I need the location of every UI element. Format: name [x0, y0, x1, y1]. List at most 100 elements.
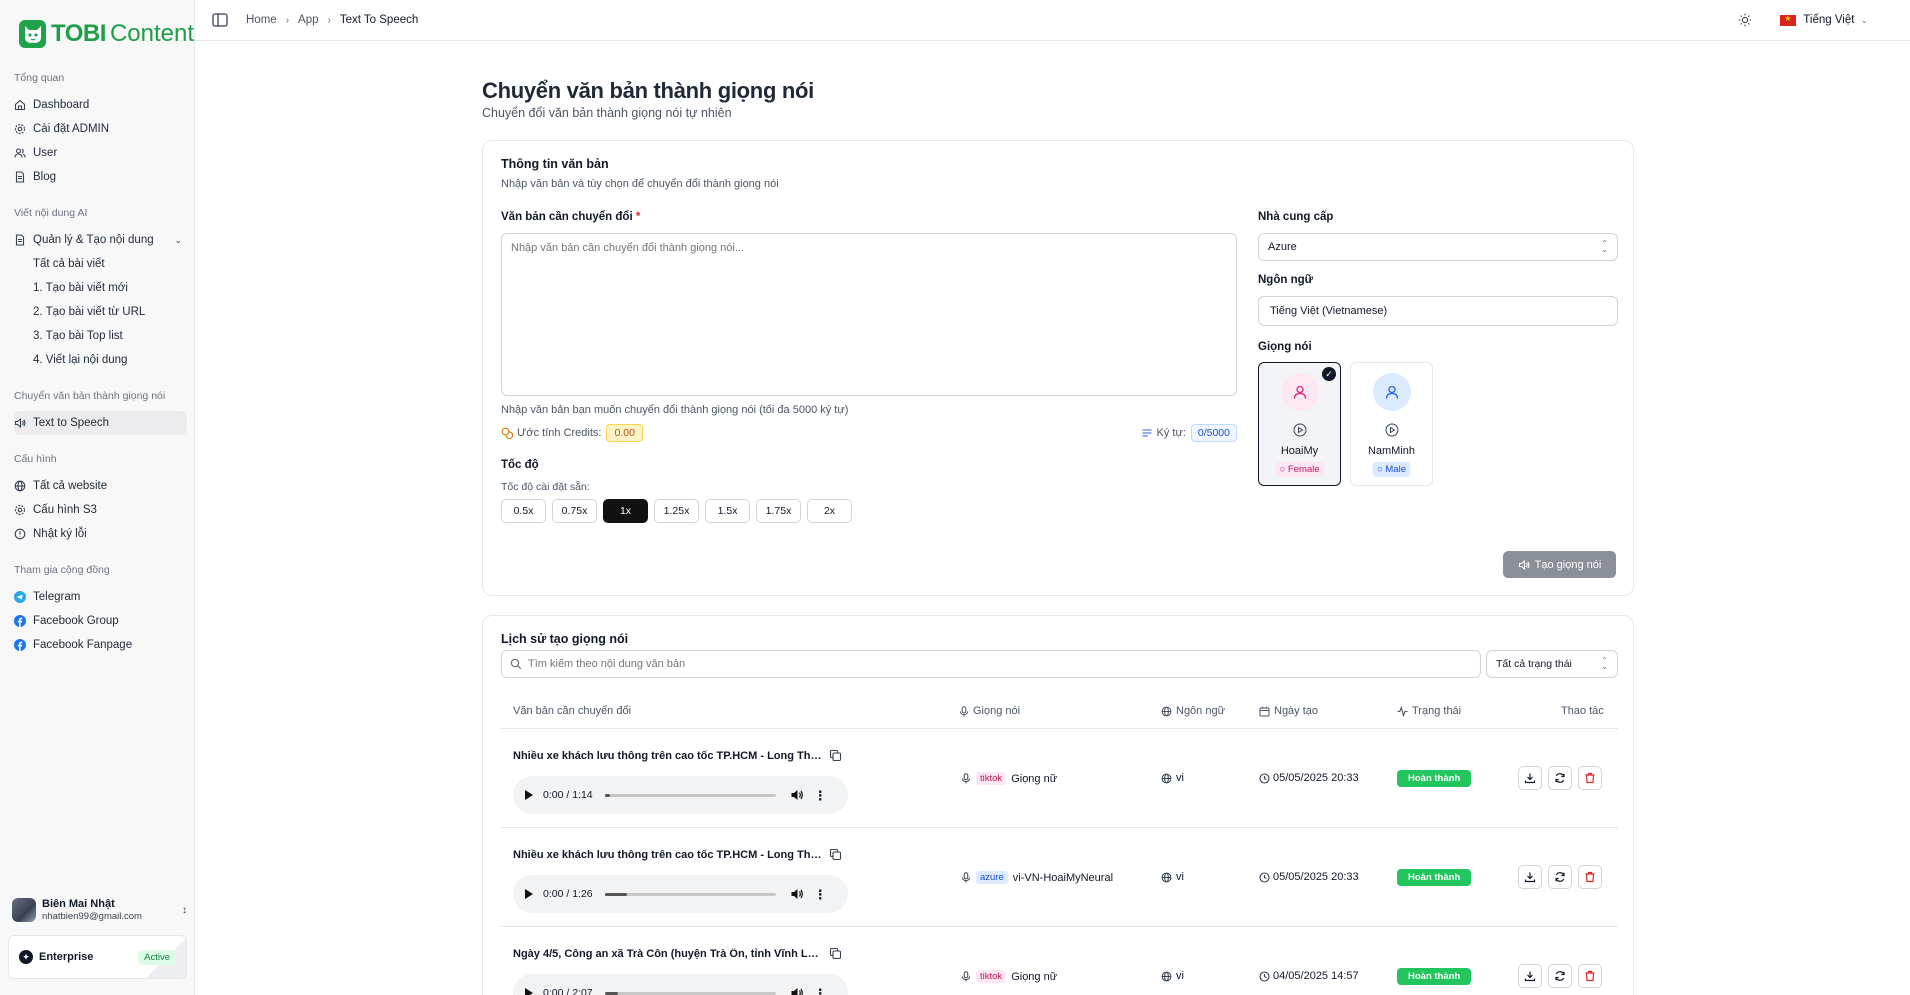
delete-button[interactable] [1578, 766, 1602, 790]
regenerate-button[interactable] [1548, 766, 1572, 790]
sidebar-item-dashboard[interactable]: Dashboard [14, 93, 194, 117]
copy-icon[interactable] [829, 947, 842, 960]
column-header-label: Thao tác [1561, 705, 1604, 717]
nav-section-overview: Tổng quan Dashboard Cài đặt ADMIN User B… [0, 72, 194, 189]
column-header-label: Ngôn ngữ [1176, 705, 1225, 717]
delete-button[interactable] [1578, 964, 1602, 988]
sidebar-item-label: Facebook Fanpage [33, 639, 133, 651]
more-vertical-icon[interactable]: ⋮ [814, 888, 827, 901]
voice-name: Giọng nữ [1011, 772, 1058, 785]
audio-progress-track[interactable] [604, 991, 776, 995]
play-icon[interactable] [525, 988, 533, 995]
more-vertical-icon[interactable]: ⋮ [814, 789, 827, 802]
history-search[interactable] [501, 650, 1481, 678]
breadcrumb-current: Text To Speech [339, 14, 419, 26]
speed-button[interactable]: 1.5x [705, 499, 750, 523]
language-select[interactable]: Tiếng Việt (Vietnamese) [1258, 296, 1618, 326]
delete-button[interactable] [1578, 865, 1602, 889]
voice-card-namminh[interactable]: NamMinh ○ Male [1350, 362, 1433, 486]
volume-icon[interactable] [790, 887, 804, 901]
speed-button[interactable]: 0.5x [501, 499, 546, 523]
plan-card[interactable]: ✦ Enterprise Active [8, 935, 187, 979]
copy-icon[interactable] [829, 848, 842, 861]
play-icon[interactable] [1385, 423, 1399, 437]
volume-icon[interactable] [790, 986, 804, 995]
download-icon [1524, 872, 1536, 883]
search-input[interactable] [528, 658, 1472, 670]
sidebar-item-user[interactable]: User [14, 141, 194, 165]
sidebar-item-rewrite[interactable]: 4. Viết lại nội dung [14, 348, 194, 372]
status-filter-select[interactable]: Tất cả trạng thái ⌃ ⌄ [1486, 650, 1618, 678]
status-badge: Hoàn thành [1397, 869, 1472, 886]
char-counter: Ký tự: 0/5000 [1141, 424, 1237, 442]
sidebar-item-facebook-fanpage[interactable]: Facebook Fanpage [14, 633, 194, 657]
brand-logo[interactable]: TOBI Content [19, 18, 194, 50]
row-text: Nhiều xe khách lưu thông trên cao tốc TP… [513, 750, 823, 762]
sidebar-item-new-post[interactable]: 1. Tạo bài viết mới [14, 276, 194, 300]
regenerate-button[interactable] [1548, 865, 1572, 889]
section-label: Viết nội dung AI [14, 207, 88, 219]
column-header-language[interactable]: Ngôn ngữ [1161, 705, 1225, 717]
globe-icon [1161, 773, 1172, 783]
breadcrumb-home[interactable]: Home [246, 14, 277, 26]
voice-card-hoaimy[interactable]: ✓ HoaiMy ○ Female [1258, 362, 1341, 486]
sidebar-item-admin-settings[interactable]: Cài đặt ADMIN [14, 117, 194, 141]
column-header-voice[interactable]: Giọng nói [959, 705, 1020, 717]
chevron-right-icon: › [327, 14, 331, 26]
volume-icon[interactable] [790, 788, 804, 802]
card-title: Thông tin văn bản [501, 157, 609, 171]
sidebar-item-label: Text to Speech [33, 417, 110, 429]
language-switcher[interactable]: Tiếng Việt ⌄ [1780, 14, 1868, 26]
sidebar-item-text-to-speech[interactable]: Text to Speech [14, 411, 187, 435]
sidebar-item-top-list[interactable]: 3. Tạo bài Top list [14, 324, 194, 348]
speed-button[interactable]: 1.25x [654, 499, 699, 523]
audio-progress-track[interactable] [604, 892, 776, 896]
column-header-text[interactable]: Văn bản cần chuyển đổi [513, 705, 631, 717]
download-button[interactable] [1518, 865, 1542, 889]
download-button[interactable] [1518, 766, 1542, 790]
regenerate-button[interactable] [1548, 964, 1572, 988]
audio-player[interactable]: 0:00 / 2:07 ⋮ [513, 974, 848, 995]
audio-player[interactable]: 0:00 / 1:26 ⋮ [513, 875, 848, 913]
play-icon[interactable] [525, 889, 533, 899]
audio-progress-track[interactable] [604, 793, 776, 797]
speed-button[interactable]: 0.75x [552, 499, 597, 523]
chars-value: 0/5000 [1190, 424, 1237, 442]
search-icon [510, 658, 522, 670]
globe-icon [1161, 971, 1172, 981]
sidebar-item-error-log[interactable]: Nhật ký lỗi [14, 522, 194, 546]
sidebar-group-content-management[interactable]: Quản lý & Tạo nội dung ⌄ [14, 228, 194, 252]
sidebar-item-telegram[interactable]: Telegram [14, 585, 194, 609]
audio-time: 0:00 / 2:07 [543, 987, 593, 995]
refresh-icon [1555, 971, 1565, 981]
table-row: Nhiều xe khách lưu thông trên cao tốc TP… [501, 730, 1618, 828]
column-header-created[interactable]: Ngày tạo [1259, 705, 1318, 717]
sidebar-item-all-posts[interactable]: Tất cả bài viết [14, 252, 194, 276]
sidebar-item-s3-config[interactable]: Cấu hình S3 [14, 498, 194, 522]
home-icon [14, 99, 26, 111]
provider-select[interactable]: Azure ⌃ ⌄ [1258, 233, 1618, 261]
audio-player[interactable]: 0:00 / 1:14 ⋮ [513, 776, 848, 814]
generate-voice-button[interactable]: Tạo giọng nói [1503, 551, 1616, 578]
text-input[interactable] [501, 233, 1237, 396]
download-button[interactable] [1518, 964, 1542, 988]
speed-button-selected[interactable]: 1x [603, 499, 648, 523]
user-menu[interactable]: Biên Mai Nhật nhatbien99@gmail.com ↕ [12, 893, 187, 927]
speed-button[interactable]: 1.75x [756, 499, 801, 523]
copy-icon[interactable] [829, 749, 842, 762]
play-icon[interactable] [525, 790, 533, 800]
sidebar-item-blog[interactable]: Blog [14, 165, 194, 189]
column-header-status[interactable]: Trạng thái [1397, 705, 1461, 717]
breadcrumb-app[interactable]: App [298, 14, 318, 26]
credits-value: 0.00 [606, 424, 643, 442]
speed-button[interactable]: 2x [807, 499, 852, 523]
sidebar-item-post-from-url[interactable]: 2. Tạo bài viết từ URL [14, 300, 194, 324]
sidebar-item-facebook-group[interactable]: Facebook Group [14, 609, 194, 633]
theme-toggle-sun-icon[interactable] [1738, 13, 1752, 27]
sidebar-item-label: User [33, 147, 58, 159]
more-vertical-icon[interactable]: ⋮ [814, 987, 827, 995]
sidebar-item-all-websites[interactable]: Tất cả website [14, 474, 194, 498]
provider-label: Nhà cung cấp [1258, 211, 1334, 223]
play-icon[interactable] [1293, 423, 1307, 437]
sidebar-toggle-icon[interactable] [211, 11, 229, 29]
